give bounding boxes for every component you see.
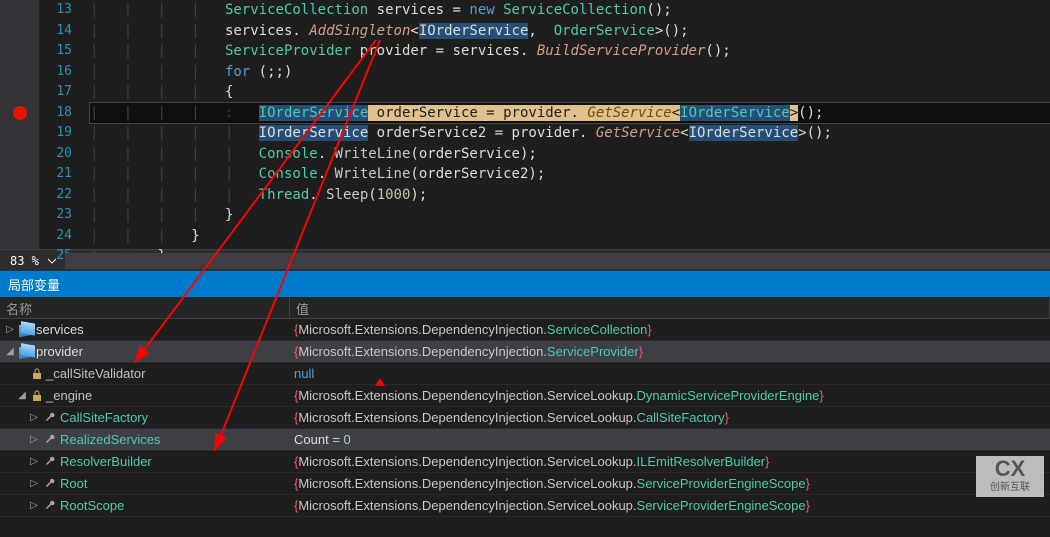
property-icon — [43, 456, 57, 468]
line-number: 17 — [40, 82, 72, 103]
variable-value[interactable]: null — [290, 366, 1050, 381]
variable-row[interactable]: ▷ Root {Microsoft.Extensions.DependencyInj… — [0, 473, 1050, 495]
expand-toggle-icon[interactable]: ▷ — [28, 434, 40, 445]
variable-name: services — [36, 322, 84, 337]
locals-panel-title: 局部变量 — [8, 275, 60, 294]
code-line[interactable]: | | | | for (;;) — [90, 62, 1050, 83]
expand-toggle-icon[interactable]: ▷ — [28, 456, 40, 467]
expand-toggle-icon[interactable]: ▷ — [28, 500, 40, 511]
variable-value[interactable]: {Microsoft.Extensions.DependencyInjectio… — [290, 388, 1050, 403]
variable-name: provider — [36, 344, 83, 359]
variable-name: _callSiteValidator — [46, 366, 145, 381]
code-line[interactable]: | | | | ServiceCollection services = new… — [90, 0, 1050, 21]
watermark: CX 创新互联 — [976, 456, 1044, 497]
variable-value[interactable]: {Microsoft.Extensions.DependencyInjectio… — [290, 476, 1050, 491]
code-area[interactable]: | | | | ServiceCollection services = new… — [80, 0, 1050, 249]
variable-name: ResolverBuilder — [60, 454, 152, 469]
object-icon — [19, 324, 33, 336]
variable-row[interactable]: ▷ RootScope {Microsoft.Extensions.Dependen… — [0, 495, 1050, 517]
variable-name: RealizedServices — [60, 432, 160, 447]
breakpoint-gutter[interactable] — [0, 0, 40, 249]
line-number-gutter: 13141516171819202122232425 — [40, 0, 80, 249]
variable-value[interactable]: Count = 0 — [290, 432, 1050, 447]
variable-value[interactable]: {Microsoft.Extensions.DependencyInjectio… — [290, 454, 1050, 469]
line-number: 24 — [40, 226, 72, 247]
variable-row[interactable]: ◢ _engine {Microsoft.Extensions.Dependency… — [0, 385, 1050, 407]
zoom-dropdown-icon[interactable] — [45, 254, 59, 268]
variable-name: CallSiteFactory — [60, 410, 148, 425]
property-icon — [43, 478, 57, 490]
variable-value[interactable]: {Microsoft.Extensions.DependencyInjectio… — [290, 498, 1050, 513]
line-number: 23 — [40, 205, 72, 226]
expand-toggle-icon[interactable]: ▷ — [4, 324, 16, 335]
line-number: 20 — [40, 144, 72, 165]
line-number: 16 — [40, 62, 72, 83]
variable-row[interactable]: ▷ RealizedServices Count = 0 — [0, 429, 1050, 451]
code-line[interactable]: | | | | ServiceProvider provider = servi… — [90, 41, 1050, 62]
column-name-header[interactable]: 名称 — [0, 297, 290, 318]
property-icon — [43, 412, 57, 424]
code-line[interactable]: | | | | | IOrderService orderService2 = … — [90, 123, 1050, 144]
code-line[interactable]: | | | | } — [90, 205, 1050, 226]
watermark-text: 创新互联 — [980, 478, 1040, 493]
code-line[interactable]: | | | | services. AddSingleton<IOrderSer… — [90, 21, 1050, 42]
locals-grid[interactable]: 名称 值 ▷ services {Microsoft.Extensions.Depe… — [0, 297, 1050, 537]
line-number: 14 — [40, 21, 72, 42]
variable-row[interactable]: ▷ ResolverBuilder {Microsoft.Extensions.De… — [0, 451, 1050, 473]
line-number: 13 — [40, 0, 72, 21]
property-icon — [43, 500, 57, 512]
line-number: 15 — [40, 41, 72, 62]
line-number: 18 — [40, 103, 72, 124]
expand-toggle-icon[interactable] — [16, 368, 28, 379]
object-icon — [19, 346, 33, 358]
locals-grid-header: 名称 值 — [0, 297, 1050, 319]
variable-value[interactable]: {Microsoft.Extensions.DependencyInjectio… — [290, 344, 1050, 359]
line-number: 21 — [40, 164, 72, 185]
code-editor[interactable]: 13141516171819202122232425 | | | | Servi… — [0, 0, 1050, 249]
private-field-icon — [31, 368, 43, 380]
variable-name: RootScope — [60, 498, 124, 513]
code-line[interactable]: | | | | | Console. WriteLine(orderServic… — [90, 164, 1050, 185]
private-field-icon — [31, 390, 43, 402]
variable-value[interactable]: {Microsoft.Extensions.DependencyInjectio… — [290, 410, 1050, 425]
code-line[interactable]: | | | | | Console. WriteLine(orderServic… — [90, 144, 1050, 165]
property-icon — [43, 434, 57, 446]
expand-toggle-icon[interactable]: ▷ — [28, 412, 40, 423]
expand-toggle-icon[interactable]: ◢ — [16, 390, 28, 401]
horizontal-scrollbar[interactable] — [65, 253, 1050, 269]
watermark-logo: CX — [980, 460, 1040, 478]
column-value-header[interactable]: 值 — [290, 297, 1050, 318]
code-line[interactable]: | | | } — [90, 226, 1050, 247]
variable-row[interactable]: ◢ provider {Microsoft.Extensions.Dependenc… — [0, 341, 1050, 363]
code-line[interactable]: | | | | : IOrderService orderService = p… — [90, 103, 1050, 124]
line-number: 19 — [40, 123, 72, 144]
variable-name: Root — [60, 476, 87, 491]
expand-toggle-icon[interactable]: ◢ — [4, 346, 16, 357]
locals-panel-header: 局部变量 — [0, 271, 1050, 297]
variable-row[interactable]: ▷ services {Microsoft.Extensions.Dependenc… — [0, 319, 1050, 341]
line-number: 22 — [40, 185, 72, 206]
variable-row[interactable]: ▷ CallSiteFactory {Microsoft.Extensions.De… — [0, 407, 1050, 429]
code-line[interactable]: | | | | { — [90, 82, 1050, 103]
variable-name: _engine — [46, 388, 92, 403]
variable-row[interactable]: _callSiteValidator null — [0, 363, 1050, 385]
variable-value[interactable]: {Microsoft.Extensions.DependencyInjectio… — [290, 322, 1050, 337]
breakpoint-icon[interactable] — [13, 106, 27, 120]
expand-toggle-icon[interactable]: ▷ — [28, 478, 40, 489]
code-line[interactable]: | | | | | Thread. Sleep(1000); — [90, 185, 1050, 206]
zoom-bar: 83 % — [0, 249, 1050, 271]
